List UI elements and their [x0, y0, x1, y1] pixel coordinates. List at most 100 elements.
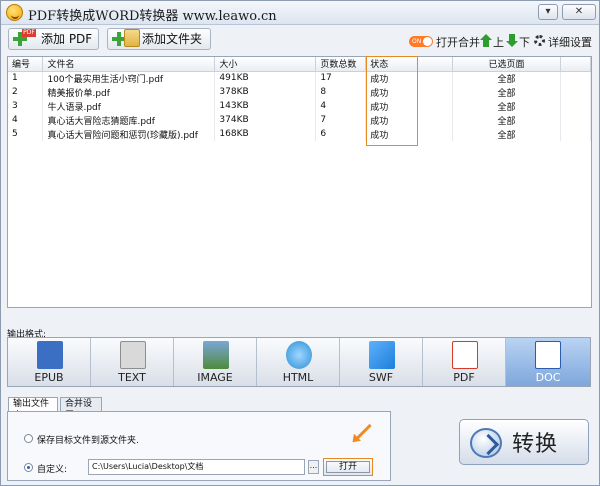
column-header-filler — [560, 57, 592, 72]
format-text-button[interactable]: TEXT — [91, 338, 174, 386]
cell-filler — [560, 85, 592, 99]
add-pdf-button[interactable]: PDF 添加 PDF — [8, 28, 99, 50]
cell-name: 牛人语录.pdf — [42, 99, 216, 113]
format-label: PDF — [453, 371, 475, 384]
open-merge-label[interactable]: 打开合并 — [436, 34, 480, 50]
add-folder-label: 添加文件夹 — [142, 32, 203, 46]
table-row[interactable]: 4 真心话大冒险志猜题库.pdf 374KB 7 成功 全部 — [8, 113, 592, 127]
convert-button[interactable]: 转换 — [459, 419, 589, 465]
main-window: PDF转换成WORD转换器 www.leawo.cn ▾ ✕ PDF 添加 PD… — [0, 0, 600, 486]
epub-icon — [37, 341, 63, 369]
cell-name: 真心话大冒险志猜题库.pdf — [42, 113, 216, 127]
minimize-button[interactable]: ▾ — [538, 4, 558, 20]
cell-name: 精美报价单.pdf — [42, 85, 216, 99]
tab-output-folder[interactable]: 输出文件夹 — [8, 397, 58, 421]
cell-filler — [560, 127, 592, 141]
cell-status: 成功 — [365, 113, 454, 127]
move-up-label[interactable]: 上 — [493, 34, 504, 50]
window-title: PDF转换成WORD转换器 www.leawo.cn — [28, 9, 277, 24]
cell-filler — [560, 113, 592, 127]
column-header-status[interactable]: 状态 — [365, 57, 454, 72]
cell-filler — [560, 71, 592, 85]
table-row[interactable]: 5 真心话大冒险问题和惩罚(珍藏版).pdf 168KB 6 成功 全部 — [8, 127, 592, 141]
close-button[interactable]: ✕ — [562, 4, 596, 20]
option-source-folder-label: 保存目标文件到源文件夹. — [37, 436, 139, 446]
format-label: EPUB — [34, 371, 64, 384]
open-folder-label: 打开 — [338, 462, 357, 472]
move-down-label[interactable]: 下 — [519, 34, 530, 50]
file-list-table[interactable]: 编号 文件名 大小 页数总数 状态 已选页面 1 100个最实用生活小窍门.pd… — [7, 56, 592, 308]
convert-label: 转换 — [512, 432, 559, 457]
image-icon — [203, 341, 229, 369]
cell-no: 1 — [8, 71, 44, 85]
tab-merge-settings[interactable]: 合并设置 — [60, 397, 102, 421]
format-label: SWF — [368, 371, 394, 384]
format-label: DOC — [535, 371, 561, 384]
text-icon — [120, 341, 146, 369]
format-doc-button[interactable]: DOC — [506, 338, 590, 386]
format-pdf-button[interactable]: PDF — [423, 338, 506, 386]
cell-filler — [560, 99, 592, 113]
format-epub-button[interactable]: EPUB — [8, 338, 91, 386]
add-folder-button[interactable]: 添加文件夹 — [107, 28, 211, 50]
column-header-name[interactable]: 文件名 — [42, 57, 216, 72]
format-swf-button[interactable]: SWF — [340, 338, 423, 386]
output-path-field[interactable]: C:\Users\Lucia\Desktop\文档 — [88, 459, 305, 475]
column-header-selected[interactable]: 已选页面 — [452, 57, 561, 72]
add-pdf-label: 添加 PDF — [41, 32, 93, 46]
cell-size: 143KB — [214, 99, 317, 113]
cell-pages: 4 — [315, 99, 367, 113]
swf-icon — [369, 341, 395, 369]
column-header-no[interactable]: 编号 — [8, 57, 44, 72]
cell-size: 378KB — [214, 85, 317, 99]
cell-selected: 全部 — [452, 85, 561, 99]
browse-button[interactable]: ... — [308, 460, 319, 474]
format-image-button[interactable]: IMAGE — [174, 338, 257, 386]
option-custom-label: 自定义: — [37, 465, 68, 475]
cell-status: 成功 — [365, 99, 454, 113]
table-row[interactable]: 1 100个最实用生活小窍门.pdf 491KB 17 成功 全部 — [8, 71, 592, 85]
doc-icon — [535, 341, 561, 369]
table-header: 编号 文件名 大小 页数总数 状态 已选页面 — [8, 57, 592, 72]
cell-status: 成功 — [365, 71, 454, 85]
format-bar: EPUB TEXT IMAGE HTML SWF PDF DOC — [7, 337, 591, 387]
cell-name: 100个最实用生活小窍门.pdf — [42, 71, 216, 85]
table-row[interactable]: 3 牛人语录.pdf 143KB 4 成功 全部 — [8, 99, 592, 113]
cell-no: 3 — [8, 99, 44, 113]
format-label: TEXT — [118, 371, 146, 384]
move-up-icon[interactable] — [480, 34, 492, 47]
cell-pages: 8 — [315, 85, 367, 99]
folder-icon — [124, 29, 140, 47]
cell-pages: 17 — [315, 71, 367, 85]
cell-status: 成功 — [365, 85, 454, 99]
settings-label[interactable]: 详细设置 — [548, 34, 592, 50]
app-logo-icon — [6, 4, 23, 21]
column-header-pages[interactable]: 页数总数 — [315, 57, 367, 72]
cell-size: 491KB — [214, 71, 317, 85]
radio-custom-folder[interactable] — [24, 463, 33, 472]
cell-no: 5 — [8, 127, 44, 141]
column-header-size[interactable]: 大小 — [214, 57, 317, 72]
format-html-button[interactable]: HTML — [257, 338, 340, 386]
cell-pages: 6 — [315, 127, 367, 141]
move-down-icon[interactable] — [506, 34, 518, 47]
format-label: IMAGE — [197, 371, 233, 384]
title-bar: PDF转换成WORD转换器 www.leawo.cn ▾ ✕ — [1, 1, 599, 25]
cell-selected: 全部 — [452, 71, 561, 85]
output-settings-panel: 保存目标文件到源文件夹. 自定义: C:\Users\Lucia\Desktop… — [7, 411, 391, 481]
gear-icon[interactable] — [534, 35, 545, 46]
format-label: HTML — [282, 371, 314, 384]
radio-source-folder[interactable] — [24, 434, 33, 443]
cell-pages: 7 — [315, 113, 367, 127]
cell-selected: 全部 — [452, 113, 561, 127]
cell-name: 真心话大冒险问题和惩罚(珍藏版).pdf — [42, 127, 216, 141]
open-folder-button[interactable]: 打开 — [323, 458, 373, 476]
table-row[interactable]: 2 精美报价单.pdf 378KB 8 成功 全部 — [8, 85, 592, 99]
cell-selected: 全部 — [452, 99, 561, 113]
merge-toggle[interactable]: ON — [409, 36, 433, 47]
cell-size: 374KB — [214, 113, 317, 127]
cell-no: 2 — [8, 85, 44, 99]
cell-no: 4 — [8, 113, 44, 127]
html-icon — [286, 341, 312, 369]
cell-size: 168KB — [214, 127, 317, 141]
